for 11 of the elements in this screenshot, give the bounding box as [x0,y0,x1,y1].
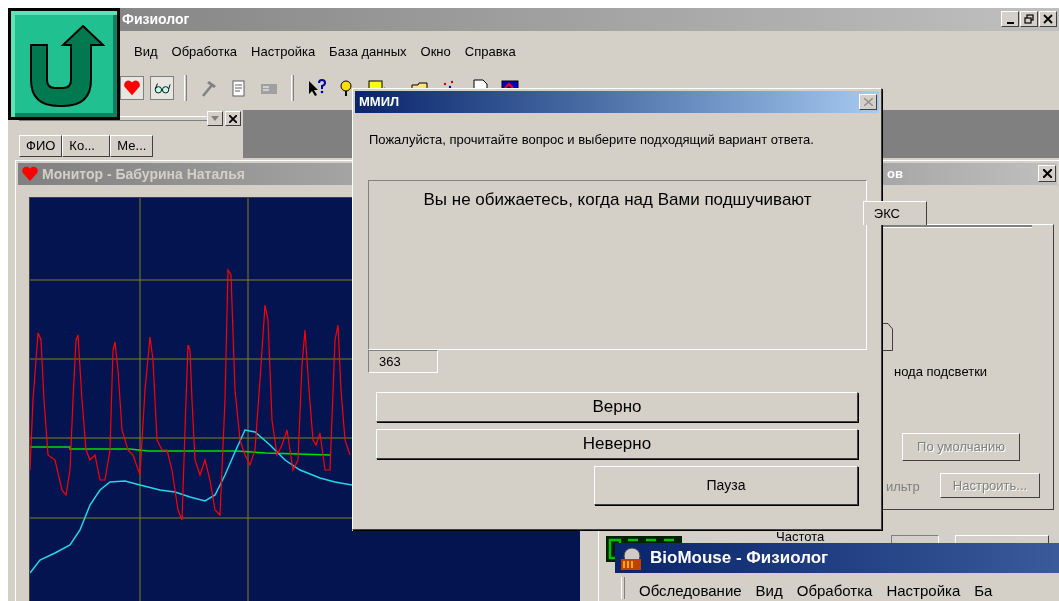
question-counter: 363 [368,350,438,373]
window-title: BioMouse - Физиолог [650,547,829,570]
window-title: ов [887,165,903,184]
window-title: Физиолог [122,10,190,29]
frequency-label: Частота [776,528,825,546]
window-title: ММИЛ [359,93,400,112]
window-title: Монитор - Бабурина Наталья [42,164,245,184]
backlight-label: нода подсветки [894,363,988,381]
instruction-text: Пожалуйста, прочитайте вопрос и выберите подходящий вариант ответа. [369,131,814,149]
filter-label: ильтр [886,478,920,496]
question-text: Вы не обижаетесь, когда над Вами подшучивают [422,189,813,211]
